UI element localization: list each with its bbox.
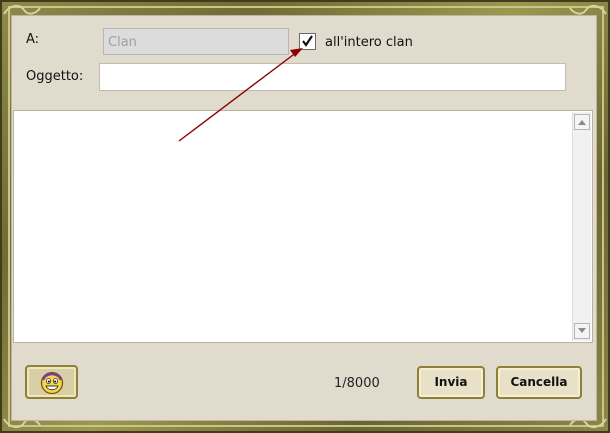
annotation-arrow-icon xyxy=(178,48,303,142)
